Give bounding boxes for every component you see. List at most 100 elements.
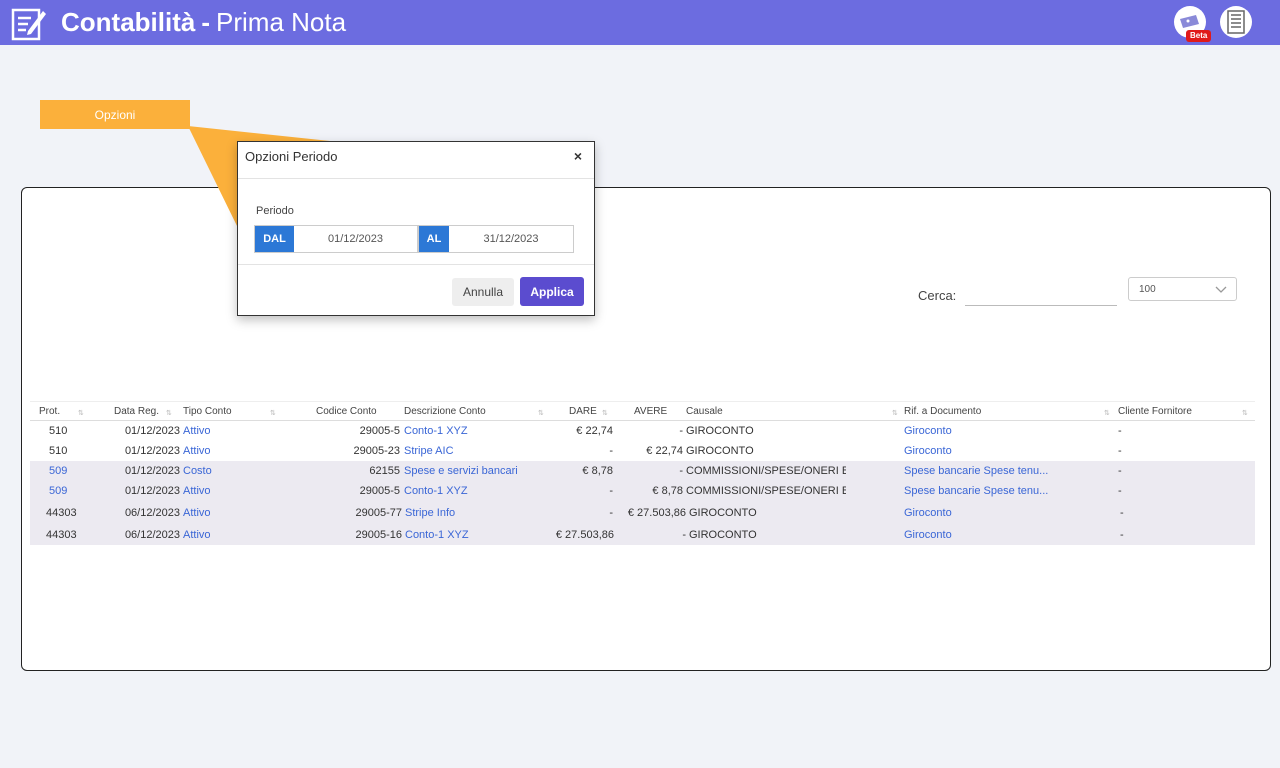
- cell-codice: 62155: [369, 465, 400, 477]
- modal-title: Opzioni Periodo: [245, 149, 338, 164]
- opzioni-periodo-modal: Opzioni Periodo × Periodo DAL 01/12/2023…: [237, 141, 595, 316]
- edit-document-icon: [11, 8, 46, 41]
- cell-tipo[interactable]: Attivo: [183, 441, 211, 461]
- cell-avere: -: [682, 529, 686, 541]
- cell-codice: 29005-77: [355, 507, 403, 519]
- cell-descrizione[interactable]: Spese e servizi bancari: [404, 461, 554, 481]
- cell-data: 01/12/2023: [124, 445, 180, 457]
- cell-prot: 510: [49, 425, 68, 437]
- date-to-group: AL 31/12/2023: [418, 225, 574, 253]
- cell-dare: € 27.503,86: [555, 529, 614, 541]
- opzioni-callout-button[interactable]: Opzioni: [40, 100, 190, 129]
- cell-rif[interactable]: Giroconto: [904, 525, 1064, 545]
- col-codice-conto[interactable]: Codice Conto: [316, 402, 396, 422]
- table-header: Prot. ⇅ Data Reg. ⇅ Tipo Conto ⇅ Codice …: [30, 401, 1255, 421]
- col-prot[interactable]: Prot.: [39, 402, 79, 422]
- cell-data: 01/12/2023: [124, 465, 180, 477]
- cancel-button[interactable]: Annulla: [452, 278, 514, 306]
- cell-causale: COMMISSIONI/SPESE/ONERI B...: [686, 465, 846, 477]
- cell-codice: 29005-5: [359, 425, 400, 437]
- table-row[interactable]: 44303 06/12/2023 Attivo 29005-16 Conto-1…: [30, 525, 1255, 545]
- cell-dare: € 8,78: [582, 465, 613, 477]
- dal-tag: DAL: [255, 226, 294, 252]
- title-section: Prima Nota: [216, 7, 347, 37]
- cell-prot[interactable]: 509: [49, 461, 67, 481]
- cell-tipo[interactable]: Attivo: [183, 481, 211, 501]
- cell-descrizione[interactable]: Stripe Info: [405, 501, 555, 525]
- cell-rif[interactable]: Spese bancarie Spese tenu...: [904, 461, 1064, 481]
- cell-avere: € 8,78: [652, 485, 683, 497]
- modal-divider: [238, 178, 594, 179]
- col-causale[interactable]: Causale: [686, 402, 746, 422]
- cell-prot: 510: [49, 445, 68, 457]
- cell-cliente: -: [1118, 445, 1122, 457]
- cell-prot: 44303: [46, 529, 77, 541]
- cell-cliente: -: [1120, 529, 1124, 541]
- page-size-value: 100: [1139, 284, 1156, 295]
- date-from-group: DAL 01/12/2023: [254, 225, 418, 253]
- page-size-select[interactable]: 100: [1128, 277, 1237, 301]
- table-row[interactable]: 510 01/12/2023 Attivo 29005-23 Stripe AI…: [30, 441, 1255, 461]
- top-bar: Contabilità - Prima Nota Beta: [0, 0, 1280, 45]
- cell-dare: -: [609, 485, 613, 497]
- cell-causale: GIROCONTO: [689, 507, 757, 519]
- cell-prot[interactable]: 509: [49, 481, 67, 501]
- cell-descrizione[interactable]: Conto-1 XYZ: [404, 481, 554, 501]
- ticket-icon: [1180, 15, 1199, 28]
- cell-rif[interactable]: Giroconto: [904, 501, 1064, 525]
- cell-data: 06/12/2023: [124, 507, 180, 519]
- cell-causale: GIROCONTO: [686, 425, 754, 437]
- cell-rif[interactable]: Giroconto: [904, 421, 1064, 441]
- table-row[interactable]: 510 01/12/2023 Attivo 29005-5 Conto-1 XY…: [30, 421, 1255, 441]
- al-tag: AL: [419, 226, 449, 252]
- col-cliente-fornitore[interactable]: Cliente Fornitore: [1118, 402, 1218, 422]
- cell-prot: 44303: [46, 507, 77, 519]
- col-tipo-conto[interactable]: Tipo Conto: [183, 402, 253, 422]
- date-to-input[interactable]: 31/12/2023: [449, 226, 573, 252]
- cell-codice: 29005-16: [355, 529, 403, 541]
- cell-rif[interactable]: Giroconto: [904, 441, 1064, 461]
- prima-nota-table: Prot. ⇅ Data Reg. ⇅ Tipo Conto ⇅ Codice …: [30, 401, 1255, 545]
- building-button[interactable]: [1220, 6, 1252, 38]
- cell-dare: -: [609, 507, 613, 519]
- cell-rif[interactable]: Spese bancarie Spese tenu...: [904, 481, 1064, 501]
- cell-data: 01/12/2023: [124, 485, 180, 497]
- cell-descrizione[interactable]: Stripe AIC: [404, 441, 554, 461]
- cell-avere: -: [679, 465, 683, 477]
- apply-button[interactable]: Applica: [520, 277, 584, 306]
- cell-causale: GIROCONTO: [689, 529, 757, 541]
- chevron-down-icon: [1215, 286, 1227, 293]
- cell-avere: -: [679, 425, 683, 437]
- col-descrizione-conto[interactable]: Descrizione Conto: [404, 402, 504, 422]
- cell-causale: GIROCONTO: [686, 445, 754, 457]
- date-from-input[interactable]: 01/12/2023: [294, 226, 417, 252]
- cell-tipo[interactable]: Attivo: [183, 421, 211, 441]
- col-rif-documento[interactable]: Rif. a Documento: [904, 402, 1004, 422]
- table-row[interactable]: 509 01/12/2023 Costo 62155 Spese e servi…: [30, 461, 1255, 481]
- close-icon[interactable]: ×: [574, 148, 582, 164]
- col-avere[interactable]: AVERE: [634, 402, 674, 422]
- cell-codice: 29005-5: [359, 485, 400, 497]
- table-row[interactable]: 509 01/12/2023 Attivo 29005-5 Conto-1 XY…: [30, 481, 1255, 501]
- periodo-label: Periodo: [256, 205, 294, 217]
- cell-descrizione[interactable]: Conto-1 XYZ: [404, 421, 554, 441]
- building-icon: [1227, 10, 1245, 34]
- cell-tipo[interactable]: Attivo: [183, 501, 211, 525]
- cell-cliente: -: [1118, 465, 1122, 477]
- page-title: Contabilità - Prima Nota: [61, 7, 346, 37]
- search-input[interactable]: [965, 284, 1117, 306]
- beta-badge: Beta: [1186, 30, 1212, 42]
- title-module: Contabilità: [61, 7, 196, 37]
- col-data-reg[interactable]: Data Reg.: [114, 402, 174, 422]
- cell-tipo[interactable]: Attivo: [183, 525, 211, 545]
- cell-causale: COMMISSIONI/SPESE/ONERI B...: [686, 485, 846, 497]
- cell-dare: € 22,74: [576, 425, 613, 437]
- table-row[interactable]: 44303 06/12/2023 Attivo 29005-77 Stripe …: [30, 501, 1255, 525]
- cell-tipo[interactable]: Costo: [183, 461, 212, 481]
- cell-dare: -: [609, 445, 613, 457]
- cell-data: 01/12/2023: [124, 425, 180, 437]
- cell-avere: € 22,74: [646, 445, 683, 457]
- cell-avere: € 27.503,86: [627, 507, 686, 519]
- modal-divider: [238, 264, 594, 265]
- cell-data: 06/12/2023: [124, 529, 180, 541]
